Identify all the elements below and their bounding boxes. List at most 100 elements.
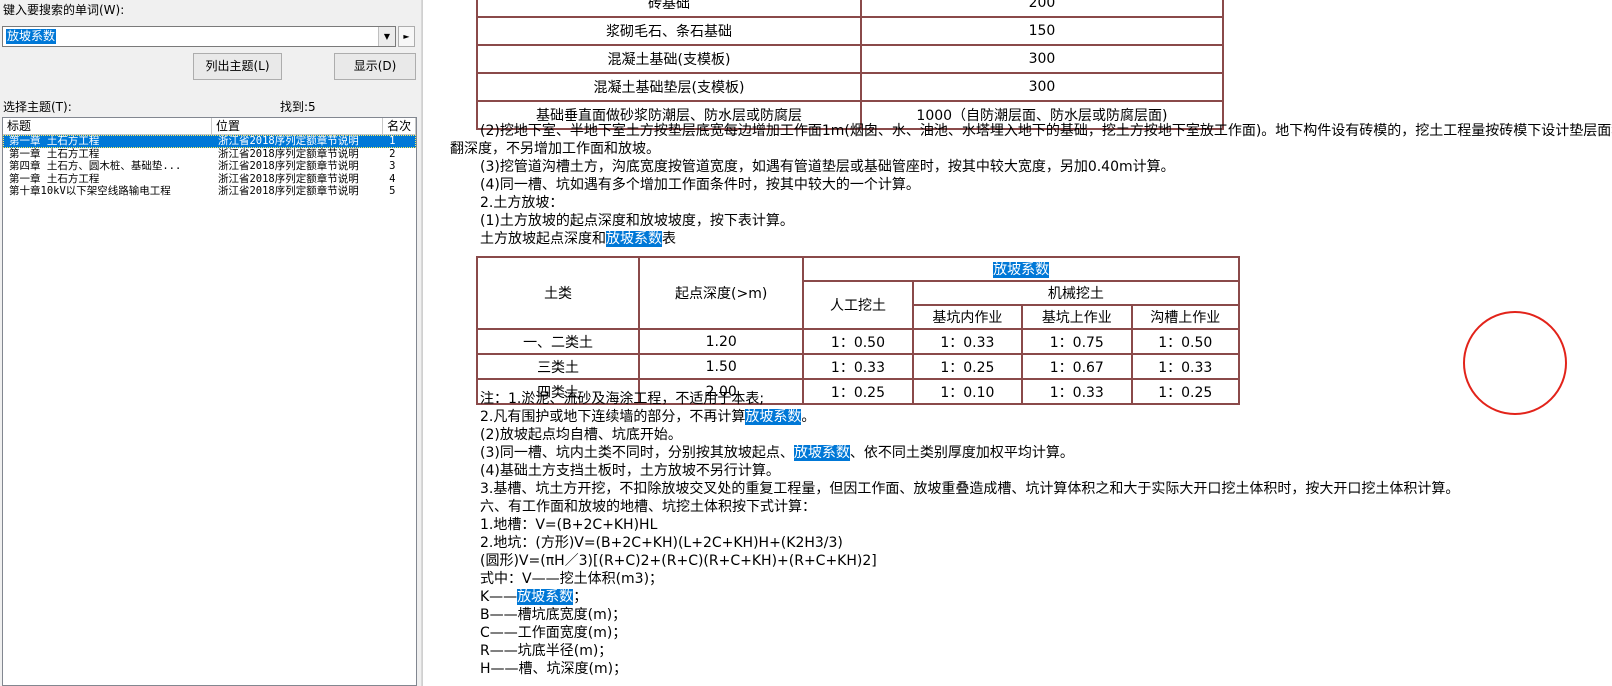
note: (3)同一槽、坑内土类不同时，分别按其放坡起点、放坡系数、依不同土类别厚度加权平… xyxy=(480,445,1074,461)
header-soil-type: 土类 xyxy=(475,256,641,330)
note: 2.凡有围护或地下连续墙的部分，不再计算放坡系数。 xyxy=(480,409,816,425)
paragraph: (3)挖管道沟槽土方，沟底宽度按管道宽度，如遇有管道垫层或基础管座时，按其中较大… xyxy=(480,159,1175,175)
topic-title: 第十章10kV以下架空线路输电工程 xyxy=(9,185,171,197)
table-caption: 土方放坡起点深度和放坡系数表 xyxy=(480,231,676,247)
section-heading: 六、有工作面和放坡的地槽、坑挖土体积按下式计算： xyxy=(480,499,816,515)
paragraph: 翻深度，不另增加工作面和放坡。 xyxy=(450,141,660,157)
search-highlight: 放坡系数 xyxy=(993,262,1050,278)
topic-rank: 2 xyxy=(389,147,396,160)
topic-rank: 4 xyxy=(389,172,396,185)
table-cell: 三类土 xyxy=(475,353,641,380)
column-header-location[interactable]: 位置 xyxy=(212,118,384,134)
search-highlight: 放坡系数 xyxy=(517,589,574,605)
table-cell: 1：0.25 xyxy=(911,353,1024,380)
table-cell: 1：0.33 xyxy=(911,328,1024,355)
topic-title: 第一章 土石方工程 xyxy=(9,172,100,185)
table-cell: 1：0.33 xyxy=(802,353,914,380)
header-start-depth: 起点深度(>m) xyxy=(638,256,805,330)
formula: (圆形)V=(πH／3)[(R+C)2+(R+C)(R+C+KH)+(R+C+K… xyxy=(480,553,877,569)
note: (2)放坡起点均自槽、坑底开始。 xyxy=(480,427,682,443)
table-cell: 砖基础 xyxy=(476,0,862,18)
note: 注：1.淤泥、流砂及海涂工程，不适用于本表; xyxy=(480,391,765,407)
topic-row[interactable]: 第十章10kV以下架空线路输电工程 浙江省2018序列定额章节说明 5 xyxy=(3,185,416,198)
column-header-title[interactable]: 标题 xyxy=(3,118,212,134)
topic-row[interactable]: 第一章 土石方工程 浙江省2018序列定额章节说明 4 xyxy=(3,173,416,186)
header-manual-dig: 人工挖土 xyxy=(802,280,914,330)
play-icon[interactable]: ► xyxy=(398,26,415,47)
topic-list-body: 第一章 土石方工程 浙江省2018序列定额章节说明 1 第一章 土石方工程 浙江省201… xyxy=(3,135,416,198)
topic-row[interactable]: 第一章 土石方工程 浙江省2018序列定额章节说明 1 xyxy=(3,135,416,148)
topic-title: 第一章 土石方工程 xyxy=(9,135,100,147)
table-row: 一、二类土 1.20 1：0.50 1：0.33 1：0.75 1：0.50 xyxy=(475,328,1241,355)
topic-rank: 5 xyxy=(389,185,396,197)
topic-location: 浙江省2018序列定额章节说明 xyxy=(217,160,359,172)
topic-row[interactable]: 第四章 土石方、圆木桩、基础垫... 浙江省2018序列定额章节说明 3 xyxy=(3,160,416,173)
topic-row[interactable]: 第一章 土石方工程 浙江省2018序列定额章节说明 2 xyxy=(3,148,416,161)
annotation-circle xyxy=(1463,311,1567,415)
table-cell: 1：0.50 xyxy=(802,328,914,355)
header-pit-inside: 基坑内作业 xyxy=(911,304,1024,330)
table-cell: 1：0.33 xyxy=(1021,378,1133,405)
found-count: 找到:5 xyxy=(280,100,316,114)
topic-location: 浙江省2018序列定额章节说明 xyxy=(217,185,359,197)
paragraph: (2)挖地下室、半地下室土方按垫层底宽每边增加工作面1m(烟囱、水、油池、水塔埋… xyxy=(480,123,1612,139)
table-cell: 1.20 xyxy=(638,328,805,355)
search-highlight: 放坡系数 xyxy=(793,445,850,461)
paragraph: (4)同一槽、坑如遇有多个增加工作面条件时，按其中较大的一个计算。 xyxy=(480,177,920,193)
topic-list[interactable]: 标题 位置 名次 第一章 土石方工程 浙江省2018序列定额章节说明 1 第一章 土石… xyxy=(2,117,417,686)
table-cell: 150 xyxy=(859,16,1225,46)
chevron-down-icon[interactable]: ▼ xyxy=(378,27,395,46)
formula: H——槽、坑深度(m)； xyxy=(480,661,628,677)
search-highlight: 放坡系数 xyxy=(606,231,662,247)
table-row: 浆砌毛石、条石基础 150 xyxy=(476,16,1225,46)
header-pit-above: 基坑上作业 xyxy=(1021,304,1133,330)
search-prompt-label: 键入要搜索的单词(W): xyxy=(3,3,125,17)
list-topics-button[interactable]: 列出主题(L) xyxy=(193,53,282,80)
table-cell: 混凝土基础垫层(支模板) xyxy=(476,72,862,102)
topic-title: 第一章 土石方工程 xyxy=(9,147,100,160)
table-cell: 一、二类土 xyxy=(475,328,641,355)
display-button[interactable]: 显示(D) xyxy=(334,53,416,80)
note: (4)基础土方支挡土板时，土方放坡不另行计算。 xyxy=(480,463,780,479)
topic-location: 浙江省2018序列定额章节说明 xyxy=(217,147,359,160)
pane-splitter[interactable] xyxy=(422,0,428,686)
formula: 式中：V——挖土体积(m3)； xyxy=(480,571,664,587)
table-cell: 1：0.50 xyxy=(1130,328,1241,355)
table-cell: 混凝土基础(支模板) xyxy=(476,44,862,74)
note: 3.基槽、坑土方开挖，不扣除放坡交叉处的重复工程量，但因工作面、放坡重叠造成槽、… xyxy=(480,481,1460,497)
table-row: 混凝土基础垫层(支模板) 300 xyxy=(476,72,1225,102)
paragraph: (1)土方放坡的起点深度和放坡坡度，按下表计算。 xyxy=(480,213,794,229)
document-pane: 砖基础 200 浆砌毛石、条石基础 150 混凝土基础(支模板) 300 混凝土基础垫层(支… xyxy=(429,0,1612,686)
topic-location: 浙江省2018序列定额章节说明 xyxy=(217,135,359,147)
table-cell: 1：0.25 xyxy=(1130,378,1241,405)
formula: R——坑底半径(m)； xyxy=(480,643,613,659)
table-cell: 1：0.25 xyxy=(802,378,914,405)
table-cell: 1：0.10 xyxy=(911,378,1024,405)
select-topic-label: 选择主题(T): xyxy=(3,100,72,114)
column-header-rank[interactable]: 名次 xyxy=(383,118,416,134)
table-cell: 1：0.33 xyxy=(1130,353,1241,380)
table-cell: 200 xyxy=(859,0,1225,18)
table-cell: 浆砌毛石、条石基础 xyxy=(476,16,862,46)
table-row: 砖基础 200 xyxy=(476,0,1225,18)
topic-location: 浙江省2018序列定额章节说明 xyxy=(217,172,359,185)
topic-list-header: 标题 位置 名次 xyxy=(3,118,416,135)
formula: B——槽坑底宽度(m)； xyxy=(480,607,627,623)
table-row: 混凝土基础(支模板) 300 xyxy=(476,44,1225,74)
header-trench-above: 沟槽上作业 xyxy=(1130,304,1241,330)
work-face-table: 砖基础 200 浆砌毛石、条石基础 150 混凝土基础(支模板) 300 混凝土基础垫层(支… xyxy=(476,0,1225,130)
search-pane: 键入要搜索的单词(W): 放坡系数 ▼ ► 列出主题(L) 显示(D) 选择主题… xyxy=(0,0,422,686)
header-machine-dig: 机械挖土 xyxy=(911,280,1241,306)
table-cell: 1：0.75 xyxy=(1021,328,1133,355)
slope-coefficient-table: 土类 起点深度(>m) 放坡系数 人工挖土 机械挖土 基坑内作业 基坑上作业 沟… xyxy=(475,256,1241,405)
table-row: 三类土 1.50 1：0.33 1：0.25 1：0.67 1：0.33 xyxy=(475,353,1241,380)
topic-title: 第四章 土石方、圆木桩、基础垫... xyxy=(9,160,182,172)
topic-rank: 1 xyxy=(389,135,396,147)
search-highlight: 放坡系数 xyxy=(745,409,802,425)
formula: 1.地槽：V=(B+2C+KH)HL xyxy=(480,517,658,533)
search-input[interactable]: 放坡系数 xyxy=(6,29,57,44)
search-combobox[interactable]: 放坡系数 ▼ xyxy=(2,26,396,47)
table-cell: 300 xyxy=(859,72,1225,102)
formula: 2.地坑：(方形)V=(B+2C+KH)(L+2C+KH)H+(K2H3/3) xyxy=(480,535,843,551)
topic-rank: 3 xyxy=(389,160,396,172)
